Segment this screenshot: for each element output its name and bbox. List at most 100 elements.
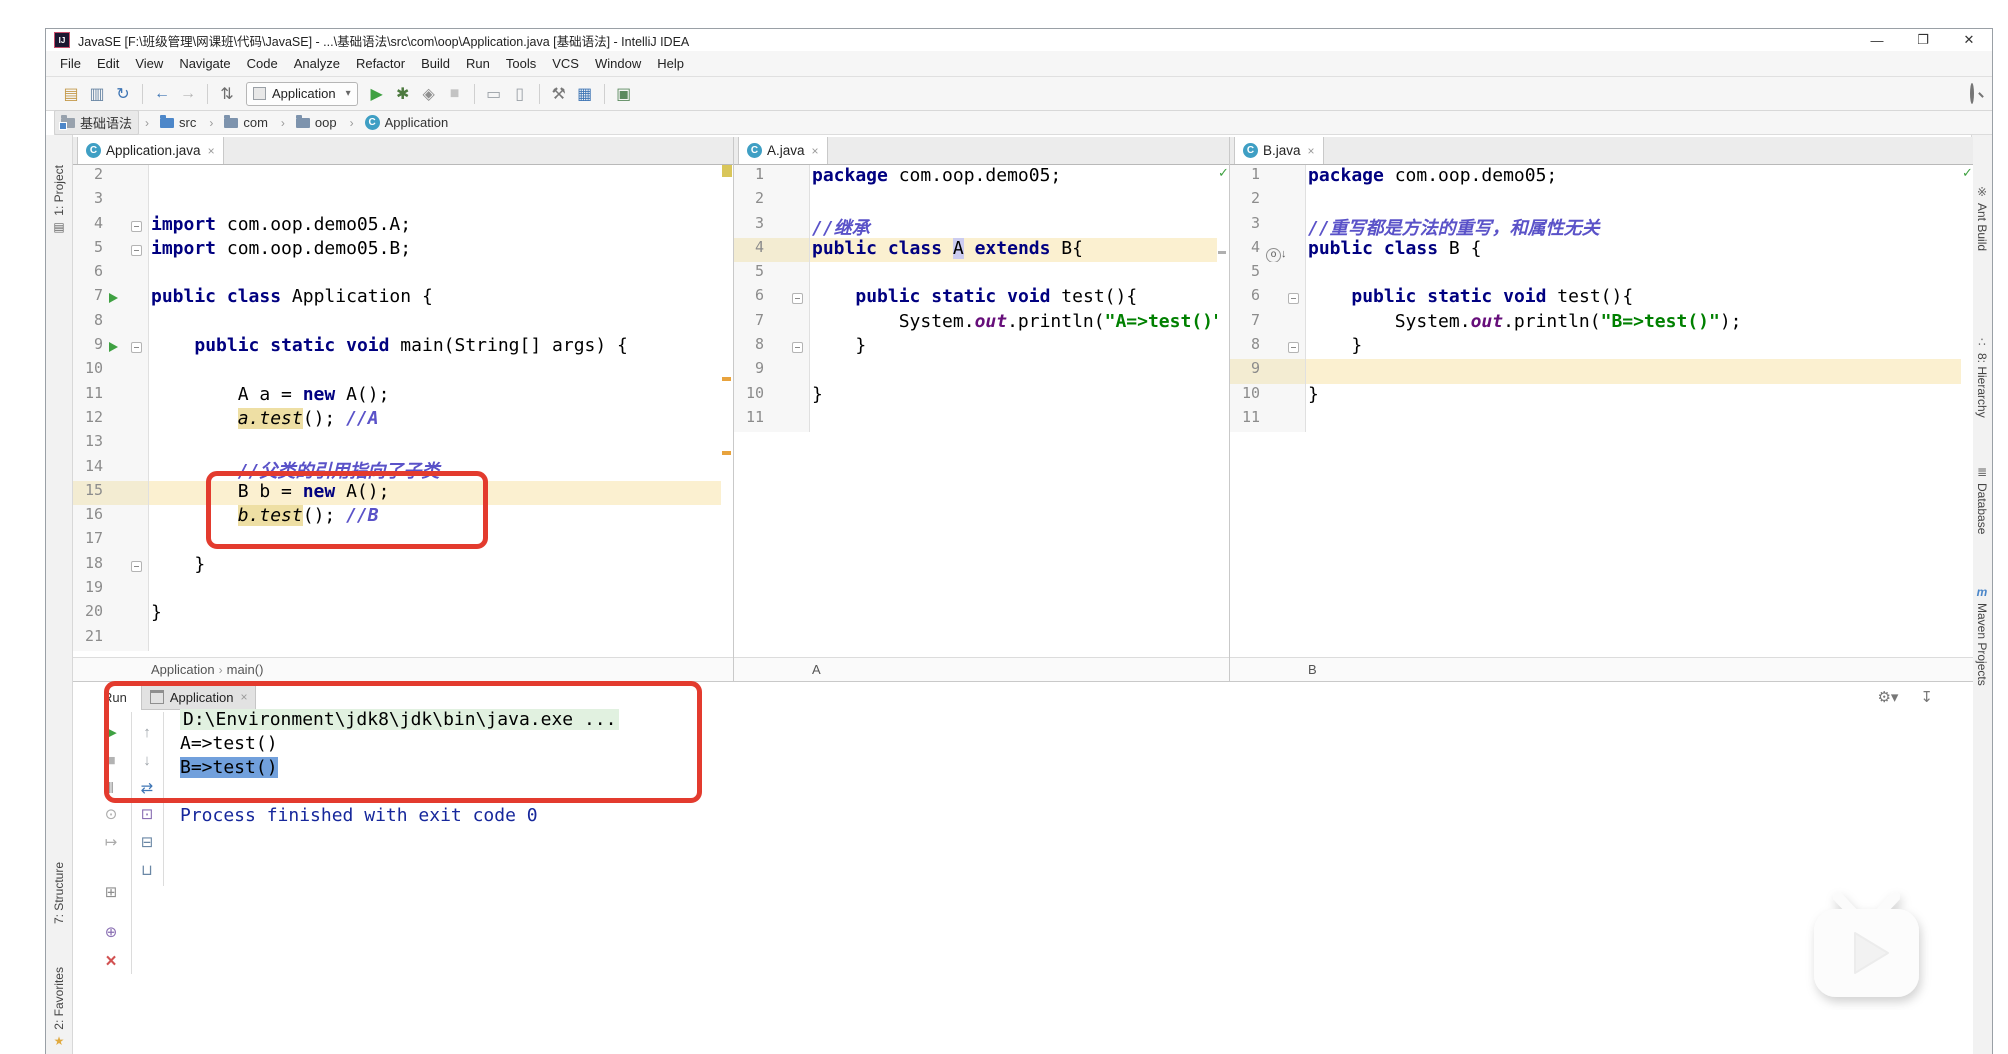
- run-config-combo[interactable]: Application ▾: [246, 81, 358, 106]
- tab-application-java[interactable]: C Application.java ×: [77, 137, 224, 164]
- breadcrumb-item-src[interactable]: src: [153, 112, 203, 133]
- code-row: 13: [73, 432, 733, 457]
- device-icon[interactable]: ▣: [611, 82, 637, 106]
- tool-icon-2[interactable]: ▯: [507, 82, 533, 106]
- close-button[interactable]: ✕: [1946, 29, 1992, 51]
- tab-close-icon[interactable]: ×: [1308, 144, 1315, 158]
- sidebar-item-structure[interactable]: 7: Structure: [46, 862, 72, 924]
- line-number: 6: [1250, 286, 1260, 305]
- fold-icon[interactable]: [131, 244, 142, 256]
- down-stack-icon[interactable]: ↓: [135, 748, 159, 772]
- forward-icon[interactable]: →: [175, 82, 201, 106]
- console-output[interactable]: D:\Environment\jdk8\jdk\bin\java.exe ...…: [180, 708, 1953, 1054]
- run-tab-close-icon[interactable]: ×: [240, 690, 247, 704]
- run-tab-application[interactable]: Application ×: [140, 684, 257, 710]
- minimize-button[interactable]: —: [1854, 29, 1900, 51]
- fold-icon[interactable]: [131, 560, 142, 572]
- menu-item-view[interactable]: View: [127, 51, 171, 77]
- fold-icon[interactable]: [131, 342, 142, 354]
- stop-icon[interactable]: ■: [99, 748, 123, 772]
- print-icon[interactable]: ⊟: [135, 830, 159, 854]
- sidebar-item-database[interactable]: ≣ Database: [1972, 465, 1992, 534]
- soft-wrap-icon[interactable]: ⇄: [135, 776, 159, 800]
- editor-body[interactable]: 1 package com.oop.demo05; 2 3 //重写都是方法的重写，和属…: [1230, 165, 1973, 657]
- breadcrumb-item-application[interactable]: C Application: [358, 112, 456, 133]
- breadcrumb-item-item[interactable]: 基础语法: [54, 110, 140, 135]
- sort-icon[interactable]: ⇅: [214, 82, 240, 106]
- menu-item-help[interactable]: Help: [649, 51, 692, 77]
- hide-icon[interactable]: ↧: [1920, 688, 1933, 706]
- coverage-icon[interactable]: ◈: [416, 82, 442, 106]
- sidebar-item-favorites[interactable]: 2: Favorites ★: [46, 967, 72, 1048]
- tab-a-java[interactable]: C A.java ×: [738, 137, 828, 164]
- fold-icon[interactable]: [792, 293, 803, 305]
- code-line: public static void test(){: [1351, 286, 1634, 308]
- menu-item-code[interactable]: Code: [239, 51, 286, 77]
- fold-icon[interactable]: [792, 342, 803, 354]
- fold-icon[interactable]: [1288, 293, 1299, 305]
- clear-all-icon[interactable]: ⊔: [135, 858, 159, 882]
- tab-close-icon[interactable]: ×: [208, 144, 215, 158]
- restore-button[interactable]: ❐: [1900, 29, 1946, 51]
- code-row: 7 System.out.println("A=>test()");: [734, 310, 1229, 336]
- debug-icon[interactable]: ✱: [390, 82, 416, 106]
- package-folder-icon: [295, 114, 310, 128]
- restore-layout-icon[interactable]: ⊞: [99, 880, 123, 904]
- line-number: 10: [745, 383, 764, 402]
- code-row: 1 package com.oop.demo05;: [734, 165, 1229, 190]
- search-everywhere-button[interactable]: [1970, 82, 1974, 104]
- menu-item-edit[interactable]: Edit: [89, 51, 127, 77]
- gutter: 15: [73, 480, 149, 506]
- editor-body[interactable]: 1 package com.oop.demo05; 2 3 //继承 4 public cl…: [734, 165, 1229, 657]
- editor-body[interactable]: 2 3 4 import com.oop.demo05.A; 5 import com.o…: [73, 165, 733, 657]
- save-all-icon[interactable]: ▥: [84, 82, 110, 106]
- menu-item-refactor[interactable]: Refactor: [348, 51, 413, 77]
- import-console-icon[interactable]: ⊡: [135, 802, 159, 826]
- sidebar-item-8-hierarchy[interactable]: ∴ 8: Hierarchy: [1972, 335, 1992, 418]
- menu-item-window[interactable]: Window: [587, 51, 649, 77]
- database-icon: ≣: [1976, 465, 1988, 479]
- editor-breadcrumb-item[interactable]: main(): [227, 662, 264, 677]
- breadcrumb-item-oop[interactable]: oop: [289, 112, 344, 133]
- breadcrumb-item-com[interactable]: com: [217, 112, 275, 133]
- stop-icon[interactable]: ■: [442, 82, 468, 106]
- pause-icon[interactable]: ‖: [99, 776, 123, 800]
- open-icon[interactable]: ▤: [58, 82, 84, 106]
- menu-item-vcs[interactable]: VCS: [544, 51, 587, 77]
- menu-item-file[interactable]: File: [52, 51, 89, 77]
- close-icon[interactable]: ×: [99, 950, 123, 974]
- sidebar-item-maven-projects[interactable]: m Maven Projects: [1972, 585, 1992, 686]
- menu-item-analyze[interactable]: Analyze: [286, 51, 348, 77]
- up-stack-icon[interactable]: ↑: [135, 720, 159, 744]
- line-number: 1: [754, 165, 764, 183]
- rerun-icon[interactable]: ▶: [99, 720, 123, 744]
- run-icon[interactable]: ▶: [364, 82, 390, 106]
- project-structure-icon[interactable]: ▦: [572, 82, 598, 106]
- tab-b-java[interactable]: C B.java ×: [1234, 137, 1324, 164]
- exit-icon[interactable]: ↦: [99, 830, 123, 854]
- menu-item-navigate[interactable]: Navigate: [171, 51, 238, 77]
- editor-breadcrumb-item[interactable]: B: [1308, 662, 1317, 677]
- sidebar-item-project[interactable]: 1: Project ▤: [46, 165, 72, 234]
- editor-breadcrumb-item[interactable]: A: [812, 662, 821, 677]
- chevron-right-icon: ›: [218, 662, 223, 677]
- pin-icon[interactable]: ⊕: [99, 920, 123, 944]
- tool-icon-1[interactable]: ▭: [481, 82, 507, 106]
- fold-icon[interactable]: [1288, 342, 1299, 354]
- sync-icon[interactable]: ↻: [110, 82, 136, 106]
- menu-item-run[interactable]: Run: [458, 51, 498, 77]
- gutter: 14: [73, 456, 149, 481]
- run-line-icon[interactable]: [109, 342, 118, 353]
- fold-icon[interactable]: [131, 220, 142, 232]
- menu-item-tools[interactable]: Tools: [498, 51, 544, 77]
- sidebar-item-ant-build[interactable]: ※ Ant Build: [1972, 185, 1992, 251]
- back-icon[interactable]: ←: [149, 82, 175, 106]
- tab-close-icon[interactable]: ×: [812, 144, 819, 158]
- screenshot-icon[interactable]: ⊙: [99, 802, 123, 826]
- gear-icon[interactable]: ⚙▾: [1877, 688, 1898, 706]
- settings-wrench-icon[interactable]: ⚒: [546, 82, 572, 106]
- menu-item-build[interactable]: Build: [413, 51, 458, 77]
- run-line-icon[interactable]: [109, 293, 118, 304]
- editor-breadcrumb-item[interactable]: Application: [151, 662, 215, 677]
